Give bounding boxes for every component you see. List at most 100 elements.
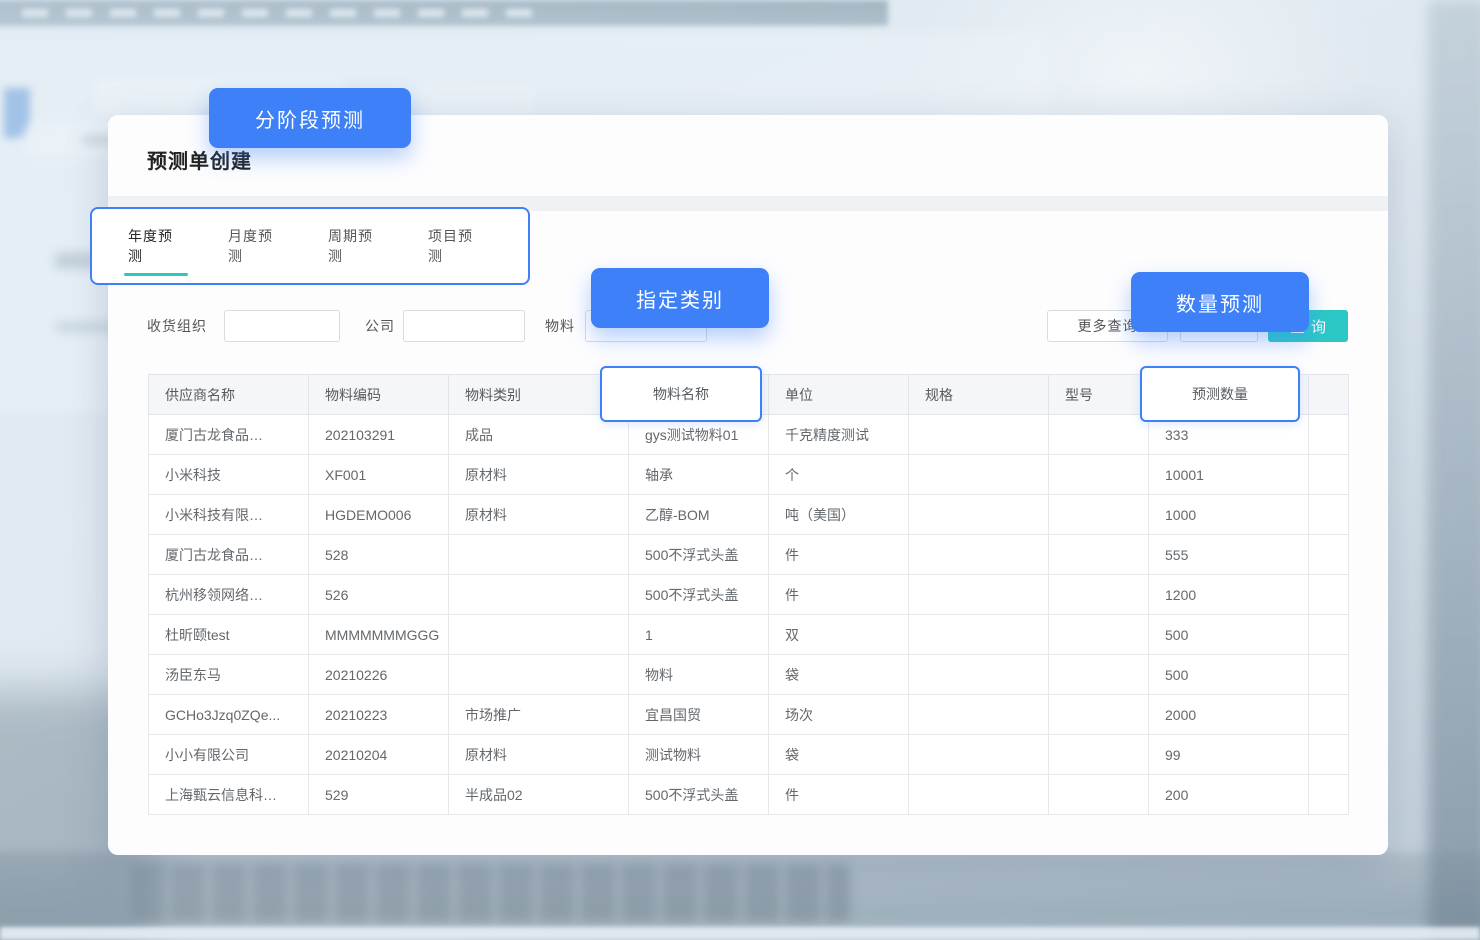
table-cell: 吨（美国） bbox=[769, 495, 909, 535]
table-cell: 202103291 bbox=[309, 415, 449, 455]
table-cell bbox=[1309, 535, 1349, 575]
table-cell: 测试物料 bbox=[629, 735, 769, 775]
table-cell: 526 bbox=[309, 575, 449, 615]
table-row[interactable]: 厦门古龙食品…528500不浮式头盖件555 bbox=[149, 535, 1349, 575]
tab-highlight-box: 年度预测 月度预测 周期预测 项目预测 bbox=[90, 207, 530, 285]
table-cell bbox=[449, 575, 629, 615]
table-cell: 厦门古龙食品… bbox=[149, 415, 309, 455]
table-cell: 原材料 bbox=[449, 495, 629, 535]
table-cell bbox=[1309, 735, 1349, 775]
table-cell: 件 bbox=[769, 535, 909, 575]
table-cell bbox=[909, 695, 1049, 735]
table-cell bbox=[1049, 575, 1149, 615]
table-row[interactable]: 杜昕颐testMMMMMMMGGG1双500 bbox=[149, 615, 1349, 655]
tab-label: 月度预测 bbox=[228, 228, 273, 264]
receiving-org-label: 收货组织 bbox=[147, 310, 207, 342]
table-cell: 杜昕颐test bbox=[149, 615, 309, 655]
table-cell: 汤臣东马 bbox=[149, 655, 309, 695]
table-cell bbox=[909, 495, 1049, 535]
table-cell: 99 bbox=[1149, 735, 1309, 775]
table-cell bbox=[1309, 695, 1349, 735]
table-cell: 场次 bbox=[769, 695, 909, 735]
table-row[interactable]: 杭州移领网络…526500不浮式头盖件1200 bbox=[149, 575, 1349, 615]
receiving-org-input[interactable] bbox=[224, 310, 340, 342]
table-cell bbox=[909, 415, 1049, 455]
table-cell: 件 bbox=[769, 775, 909, 815]
column-header: 物料编码 bbox=[309, 375, 449, 415]
table-cell: 1000 bbox=[1149, 495, 1309, 535]
table-cell: 小小有限公司 bbox=[149, 735, 309, 775]
table-cell: 528 bbox=[309, 535, 449, 575]
table-cell: 袋 bbox=[769, 735, 909, 775]
table-cell bbox=[1309, 775, 1349, 815]
table-cell: 袋 bbox=[769, 655, 909, 695]
table-cell: 上海甄云信息科… bbox=[149, 775, 309, 815]
table-cell: 宜昌国贸 bbox=[629, 695, 769, 735]
table-cell: 个 bbox=[769, 455, 909, 495]
table-cell bbox=[1049, 655, 1149, 695]
table-cell: 500 bbox=[1149, 655, 1309, 695]
table-cell bbox=[909, 575, 1049, 615]
tab-label: 年度预测 bbox=[128, 228, 173, 264]
table-cell bbox=[449, 615, 629, 655]
table-cell: 厦门古龙食品… bbox=[149, 535, 309, 575]
table-cell: 20210204 bbox=[309, 735, 449, 775]
table-row[interactable]: 小小有限公司20210204原材料测试物料袋99 bbox=[149, 735, 1349, 775]
table-cell: 500不浮式头盖 bbox=[629, 535, 769, 575]
tab-project-forecast[interactable]: 项目预测 bbox=[428, 226, 484, 266]
forecast-table: 供应商名称物料编码物料类别物料名称单位规格型号预测数量 厦门古龙食品…20210… bbox=[148, 374, 1349, 815]
table-row[interactable]: 上海甄云信息科…529半成品02500不浮式头盖件200 bbox=[149, 775, 1349, 815]
tab-label: 周期预测 bbox=[328, 228, 373, 264]
company-input[interactable] bbox=[403, 310, 525, 342]
table-cell bbox=[1309, 455, 1349, 495]
table-cell: 千克精度测试 bbox=[769, 415, 909, 455]
table-cell bbox=[1309, 495, 1349, 535]
table-cell bbox=[909, 735, 1049, 775]
tab-annual-forecast[interactable]: 年度预测 bbox=[128, 226, 184, 266]
table-cell bbox=[909, 455, 1049, 495]
table-cell bbox=[1309, 615, 1349, 655]
table-cell: 轴承 bbox=[629, 455, 769, 495]
table-cell bbox=[1049, 695, 1149, 735]
table-row[interactable]: 小米科技XF001原材料轴承个10001 bbox=[149, 455, 1349, 495]
table-cell: 小米科技有限… bbox=[149, 495, 309, 535]
page-title: 预测单创建 bbox=[147, 145, 252, 174]
table-row[interactable]: 小米科技有限…HGDEMO006原材料乙醇-BOM吨（美国）1000 bbox=[149, 495, 1349, 535]
table-cell: 半成品02 bbox=[449, 775, 629, 815]
table-cell: 双 bbox=[769, 615, 909, 655]
table-cell bbox=[1049, 775, 1149, 815]
callout-phased-forecast: 分阶段预测 bbox=[209, 88, 411, 148]
table-cell: 10001 bbox=[1149, 455, 1309, 495]
table-cell bbox=[1049, 615, 1149, 655]
table-cell bbox=[449, 535, 629, 575]
tab-period-forecast[interactable]: 周期预测 bbox=[328, 226, 384, 266]
screenshot-root: 预测单创建 收货组织 公司 物料 更多查询 查询 供应商名称物料编码物料类别物料… bbox=[0, 0, 1480, 940]
column-header: 供应商名称 bbox=[149, 375, 309, 415]
table-cell: 市场推广 bbox=[449, 695, 629, 735]
table-cell bbox=[1309, 655, 1349, 695]
table-cell: 乙醇-BOM bbox=[629, 495, 769, 535]
table-cell: 杭州移领网络… bbox=[149, 575, 309, 615]
table-cell bbox=[909, 535, 1049, 575]
table-cell: 2000 bbox=[1149, 695, 1309, 735]
material-label: 物料 bbox=[545, 310, 575, 342]
table-cell: 500 bbox=[1149, 615, 1309, 655]
table-cell bbox=[909, 775, 1049, 815]
highlight-forecast-qty-column: 预测数量 bbox=[1140, 366, 1300, 422]
callout-quantity-forecast: 数量预测 bbox=[1131, 272, 1309, 332]
table-cell bbox=[1049, 455, 1149, 495]
table-cell: 20210223 bbox=[309, 695, 449, 735]
column-header: 型号 bbox=[1049, 375, 1149, 415]
tab-monthly-forecast[interactable]: 月度预测 bbox=[228, 226, 284, 266]
table-cell: XF001 bbox=[309, 455, 449, 495]
table-cell bbox=[909, 655, 1049, 695]
table-cell: 500不浮式头盖 bbox=[629, 775, 769, 815]
table-cell: 1200 bbox=[1149, 575, 1309, 615]
table-row[interactable]: 汤臣东马20210226物料袋500 bbox=[149, 655, 1349, 695]
table-cell: 1 bbox=[629, 615, 769, 655]
table-cell bbox=[909, 615, 1049, 655]
table-cell bbox=[1049, 415, 1149, 455]
table-row[interactable]: GCHo3Jzq0ZQe...20210223市场推广宜昌国贸场次2000 bbox=[149, 695, 1349, 735]
table-cell: 小米科技 bbox=[149, 455, 309, 495]
table-cell: 20210226 bbox=[309, 655, 449, 695]
